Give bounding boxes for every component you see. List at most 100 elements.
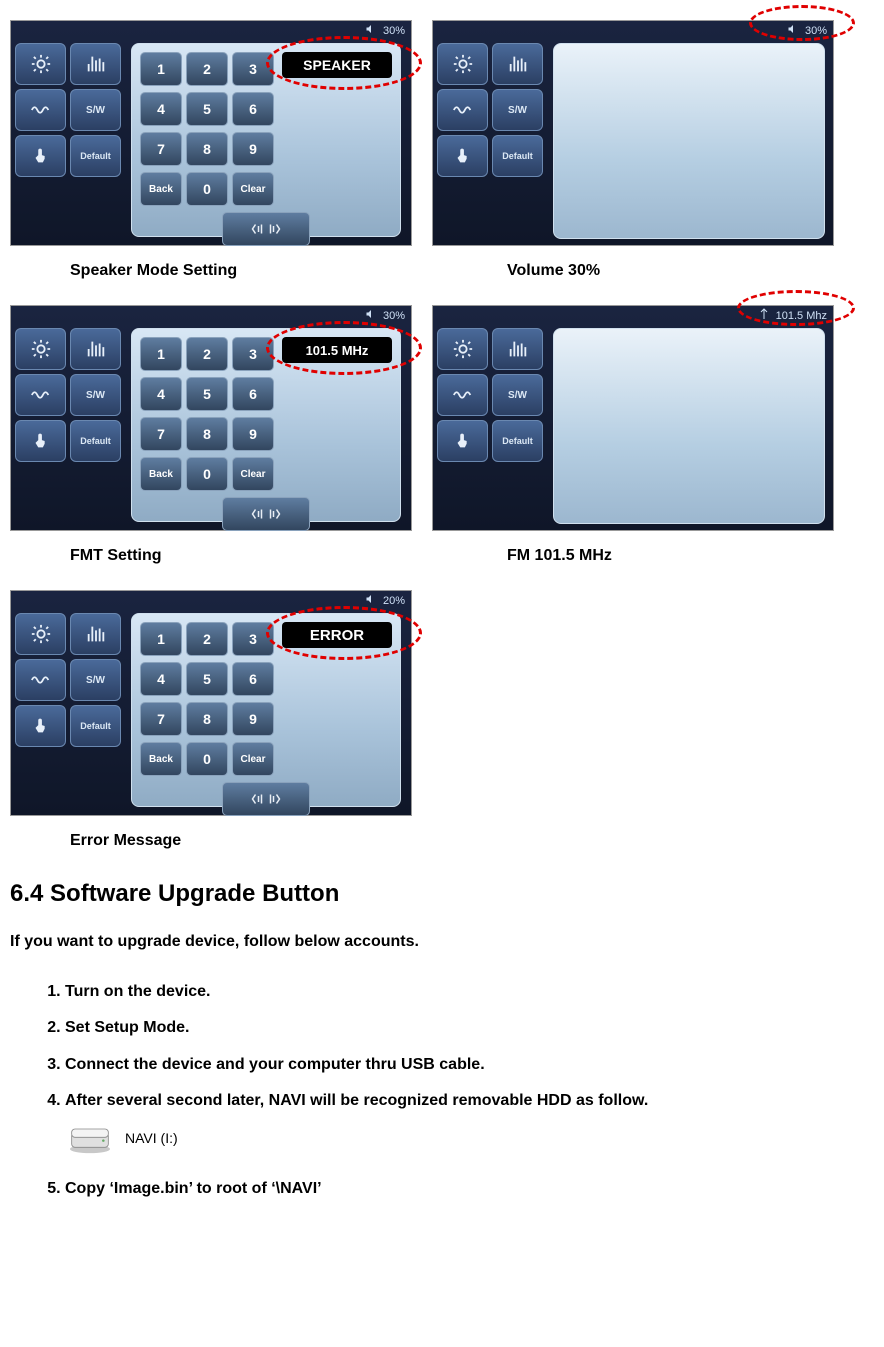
speaker-icon: [365, 23, 377, 38]
sidebar: S/W Default: [437, 328, 543, 462]
default-button[interactable]: Default: [492, 135, 543, 177]
key-3[interactable]: 3: [232, 337, 274, 371]
audio-button[interactable]: [222, 212, 310, 246]
screenshot-fmt: 30% S/W Default 1 2 3 4 5 6: [10, 305, 412, 531]
key-5[interactable]: 5: [186, 92, 228, 126]
key-3[interactable]: 3: [232, 622, 274, 656]
key-6[interactable]: 6: [232, 92, 274, 126]
touch-button[interactable]: [15, 705, 66, 747]
caption-row-3: Error Message: [10, 824, 874, 850]
key-8[interactable]: 8: [186, 702, 228, 736]
wave-button[interactable]: [437, 374, 488, 416]
key-0[interactable]: 0: [186, 742, 228, 776]
caption-fmt-status: FM 101.5 MHz: [457, 539, 874, 565]
status-bar: 30%: [365, 308, 405, 323]
key-clear[interactable]: Clear: [232, 172, 274, 206]
key-8[interactable]: 8: [186, 132, 228, 166]
status-percent: 20%: [383, 595, 405, 607]
sw-button[interactable]: S/W: [70, 374, 121, 416]
default-button[interactable]: Default: [70, 135, 121, 177]
touch-button[interactable]: [437, 135, 488, 177]
wave-button[interactable]: [15, 659, 66, 701]
wave-button[interactable]: [15, 89, 66, 131]
key-9[interactable]: 9: [232, 417, 274, 451]
key-2[interactable]: 2: [186, 52, 228, 86]
key-7[interactable]: 7: [140, 417, 182, 451]
brightness-button[interactable]: [437, 328, 488, 370]
key-5[interactable]: 5: [186, 662, 228, 696]
touch-button[interactable]: [15, 135, 66, 177]
keypad-panel: 1 2 3 4 5 6 7 8 9 Back 0 Clear ERROR: [131, 613, 401, 807]
brightness-button[interactable]: [15, 43, 66, 85]
wave-button[interactable]: [437, 89, 488, 131]
key-9[interactable]: 9: [232, 702, 274, 736]
intro-text: If you want to upgrade device, follow be…: [10, 933, 874, 951]
key-1[interactable]: 1: [140, 337, 182, 371]
key-clear[interactable]: Clear: [232, 457, 274, 491]
key-6[interactable]: 6: [232, 377, 274, 411]
equalizer-button[interactable]: [492, 43, 543, 85]
document-page: 30% S/W Default 1 2 3 4 5 6: [0, 0, 884, 1234]
key-back[interactable]: Back: [140, 457, 182, 491]
brightness-button[interactable]: [437, 43, 488, 85]
brightness-button[interactable]: [15, 613, 66, 655]
key-4[interactable]: 4: [140, 377, 182, 411]
key-5[interactable]: 5: [186, 377, 228, 411]
audio-button[interactable]: [222, 782, 310, 816]
sw-button[interactable]: S/W: [70, 659, 121, 701]
key-9[interactable]: 9: [232, 132, 274, 166]
key-back[interactable]: Back: [140, 172, 182, 206]
equalizer-button[interactable]: [70, 328, 121, 370]
screenshot-speaker: 30% S/W Default 1 2 3 4 5 6: [10, 20, 412, 246]
touch-button[interactable]: [437, 420, 488, 462]
brightness-button[interactable]: [15, 328, 66, 370]
step-5: Copy ‘Image.bin’ to root of ‘\NAVI’: [65, 1178, 874, 1200]
step-1: Turn on the device.: [65, 981, 874, 1003]
steps-list: Turn on the device. Set Setup Mode. Conn…: [10, 981, 874, 1200]
step-2: Set Setup Mode.: [65, 1017, 874, 1039]
drive-item: NAVI (I:): [65, 1121, 178, 1157]
default-button[interactable]: Default: [70, 705, 121, 747]
caption-speaker: Speaker Mode Setting: [10, 254, 437, 280]
key-7[interactable]: 7: [140, 132, 182, 166]
equalizer-button[interactable]: [70, 613, 121, 655]
screenshot-fmt-status: 101.5 Mhz S/W Default: [432, 305, 834, 531]
default-button[interactable]: Default: [492, 420, 543, 462]
touch-button[interactable]: [15, 420, 66, 462]
key-2[interactable]: 2: [186, 337, 228, 371]
key-6[interactable]: 6: [232, 662, 274, 696]
sw-button[interactable]: S/W: [70, 89, 121, 131]
wave-button[interactable]: [15, 374, 66, 416]
key-4[interactable]: 4: [140, 662, 182, 696]
equalizer-button[interactable]: [492, 328, 543, 370]
audio-button[interactable]: [222, 497, 310, 531]
status-bar: 101.5 Mhz: [758, 308, 827, 323]
key-1[interactable]: 1: [140, 52, 182, 86]
sw-button[interactable]: S/W: [492, 374, 543, 416]
screenshot-row-2: 30% S/W Default 1 2 3 4 5 6: [10, 305, 874, 531]
screenshot-row-3: 20% S/W Default 1 2 3 4 5 6: [10, 590, 874, 816]
sidebar: S/W Default: [437, 43, 543, 177]
key-4[interactable]: 4: [140, 92, 182, 126]
screenshot-row-1: 30% S/W Default 1 2 3 4 5 6: [10, 20, 874, 246]
status-bar: 30%: [365, 23, 405, 38]
antenna-icon: [758, 308, 770, 323]
key-1[interactable]: 1: [140, 622, 182, 656]
drive-icon: [65, 1121, 115, 1157]
default-button[interactable]: Default: [70, 420, 121, 462]
key-clear[interactable]: Clear: [232, 742, 274, 776]
key-back[interactable]: Back: [140, 742, 182, 776]
caption-fmt: FMT Setting: [10, 539, 437, 565]
key-7[interactable]: 7: [140, 702, 182, 736]
key-0[interactable]: 0: [186, 172, 228, 206]
key-0[interactable]: 0: [186, 457, 228, 491]
key-2[interactable]: 2: [186, 622, 228, 656]
sidebar: S/W Default: [15, 328, 121, 462]
sw-button[interactable]: S/W: [492, 89, 543, 131]
sidebar: S/W Default: [15, 43, 121, 177]
key-8[interactable]: 8: [186, 417, 228, 451]
equalizer-button[interactable]: [70, 43, 121, 85]
keypad-panel: 1 2 3 4 5 6 7 8 9 Back 0 Clear SPEAKER: [131, 43, 401, 237]
key-3[interactable]: 3: [232, 52, 274, 86]
caption-row-1: Speaker Mode Setting Volume 30%: [10, 254, 874, 280]
